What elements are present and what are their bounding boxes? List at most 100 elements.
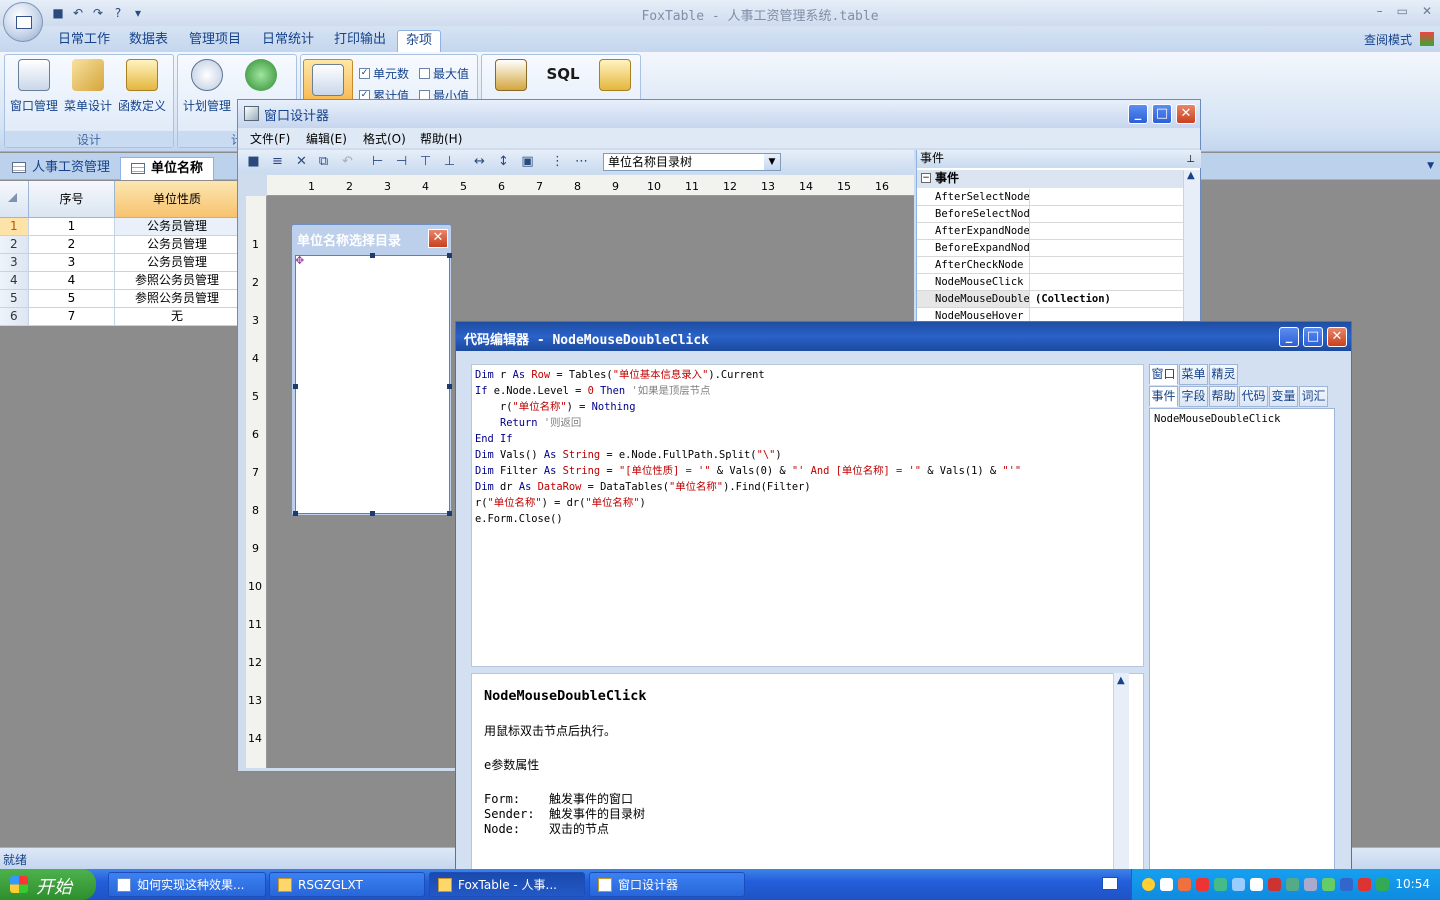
same-size-icon[interactable]: ▣ <box>520 154 535 169</box>
row-number[interactable]: 4 <box>0 272 29 290</box>
plan-manage-button[interactable]: 计划管理 <box>180 59 234 114</box>
tab-misc[interactable]: 杂项 <box>397 30 442 52</box>
shield-icon[interactable] <box>1358 878 1371 891</box>
tray-icon[interactable] <box>1178 878 1191 891</box>
table-row[interactable]: 2 2 公务员管理 <box>0 236 240 254</box>
row-number[interactable]: 5 <box>0 290 29 308</box>
minimize-icon[interactable]: – <box>1377 4 1383 18</box>
close-icon[interactable]: ✕ <box>1422 4 1432 18</box>
save-icon[interactable]: ■ <box>246 154 261 169</box>
column-header-id[interactable]: 序号 <box>29 181 115 218</box>
property-row[interactable]: BeforeSelectNode <box>917 206 1183 223</box>
function-define-button[interactable]: 函数定义 <box>115 59 169 114</box>
cell-unit-type[interactable]: 无 <box>115 308 240 326</box>
cell-unit-type[interactable]: 公务员管理 <box>115 254 240 272</box>
delete-icon[interactable]: ✕ <box>294 154 309 169</box>
undo-icon[interactable]: ↶ <box>70 5 86 21</box>
property-value[interactable] <box>1030 274 1183 290</box>
tree-view-control[interactable]: ✥ <box>293 253 452 516</box>
tab-order-icon[interactable]: ≡ <box>270 154 285 169</box>
project-button[interactable] <box>486 59 536 97</box>
side-tab-menu[interactable]: 菜单 <box>1179 364 1208 385</box>
tray-icon[interactable] <box>1142 878 1155 891</box>
scroll-up-icon[interactable]: ▲ <box>1187 170 1195 181</box>
table-row[interactable]: 67无 <box>0 308 240 326</box>
chevron-down-icon[interactable]: ▼ <box>764 154 780 170</box>
move-handle-icon[interactable]: ✥ <box>295 254 304 267</box>
row-number[interactable]: 1 <box>0 218 29 236</box>
menu-format[interactable]: 格式(O) <box>363 130 406 147</box>
tab-list-dropdown-icon[interactable]: ▼ <box>1427 161 1434 171</box>
horizontal-spacing-icon[interactable]: ⋯ <box>574 154 589 169</box>
designer-minimize-button[interactable]: _ <box>1128 104 1148 124</box>
table-row[interactable]: 4 4 参照公务员管理 <box>0 272 240 290</box>
align-top-icon[interactable]: ⊤ <box>418 154 433 169</box>
list-item[interactable]: NodeMouseDoubleClick <box>1154 413 1334 425</box>
undo-icon[interactable]: ↶ <box>340 154 355 169</box>
align-right-icon[interactable]: ⊣ <box>394 154 409 169</box>
tray-icon[interactable] <box>1268 878 1281 891</box>
align-left-icon[interactable]: ⊢ <box>370 154 385 169</box>
property-row[interactable]: AfterExpandNode <box>917 223 1183 240</box>
property-value[interactable] <box>1030 257 1183 273</box>
side-tab-vocabulary[interactable]: 词汇 <box>1299 386 1328 407</box>
resize-handle[interactable] <box>370 253 375 258</box>
row-number[interactable]: 2 <box>0 236 29 254</box>
code-close-button[interactable]: ✕ <box>1327 327 1347 347</box>
property-value[interactable] <box>1030 240 1183 256</box>
resize-handle[interactable] <box>447 511 452 516</box>
cell-unit-type[interactable]: 公务员管理 <box>115 236 240 254</box>
keyboard-icon[interactable] <box>1102 877 1118 890</box>
resize-handle[interactable] <box>293 511 298 516</box>
tray-icon[interactable] <box>1322 878 1335 891</box>
max-checkbox[interactable]: 最大值 <box>419 65 469 82</box>
clock[interactable]: 10:54 <box>1395 877 1430 891</box>
resize-handle[interactable] <box>293 384 298 389</box>
select-all-corner[interactable] <box>0 181 29 218</box>
cell-id[interactable]: 5 <box>29 290 115 308</box>
property-value[interactable] <box>1030 223 1183 239</box>
cell-id[interactable]: 3 <box>29 254 115 272</box>
same-width-icon[interactable]: ↔ <box>472 154 487 169</box>
tray-icon[interactable] <box>1286 878 1299 891</box>
resize-handle[interactable] <box>447 384 452 389</box>
code-minimize-button[interactable]: _ <box>1279 327 1299 347</box>
code-maximize-button[interactable]: □ <box>1303 327 1323 347</box>
window-manage-button[interactable]: 窗口管理 <box>7 59 61 114</box>
help-icon[interactable]: ? <box>110 5 126 21</box>
code-text-area[interactable]: Dim r As Row = Tables("单位基本信息录入").Curren… <box>471 364 1144 667</box>
cell-id[interactable]: 4 <box>29 272 115 290</box>
tray-icon[interactable] <box>1304 878 1317 891</box>
code-editor-titlebar[interactable]: 代码编辑器 - NodeMouseDoubleClick _ □ ✕ <box>456 322 1351 351</box>
table-row[interactable]: 1 1 公务员管理 <box>0 218 240 236</box>
vertical-spacing-icon[interactable]: ⋮ <box>550 154 565 169</box>
network-icon[interactable] <box>1376 878 1389 891</box>
property-value[interactable]: (Collection) <box>1030 291 1183 307</box>
application-menu-button[interactable] <box>3 2 43 42</box>
resize-handle[interactable] <box>370 511 375 516</box>
tab-daily-stats[interactable]: 日常统计 <box>254 30 322 52</box>
designer-close-button[interactable]: ✕ <box>1176 104 1196 124</box>
property-row[interactable]: AfterCheckNode <box>917 257 1183 274</box>
tray-icon[interactable] <box>1232 878 1245 891</box>
check-button[interactable] <box>234 59 288 97</box>
property-value[interactable] <box>1030 189 1183 205</box>
same-height-icon[interactable]: ↕ <box>496 154 511 169</box>
tray-icon[interactable] <box>1196 878 1209 891</box>
taskbar-item-folder[interactable]: RSGZGLXT <box>269 872 425 897</box>
redo-icon[interactable]: ↷ <box>90 5 106 21</box>
side-tab-wizard[interactable]: 精灵 <box>1209 364 1238 385</box>
side-tab-events[interactable]: 事件 <box>1149 386 1178 407</box>
resize-handle[interactable] <box>447 253 452 258</box>
doc-tab-hr-payroll[interactable]: 人事工资管理 <box>2 157 120 180</box>
cell-unit-type[interactable]: 公务员管理 <box>115 218 240 236</box>
menu-help[interactable]: 帮助(H) <box>420 130 462 147</box>
collapse-icon[interactable]: − <box>921 173 931 183</box>
column-header-unit-type[interactable]: 单位性质 <box>115 181 240 218</box>
tab-daily-work[interactable]: 日常工作 <box>50 30 118 52</box>
table-row[interactable]: 3 3 公务员管理 <box>0 254 240 272</box>
taskbar-item-designer[interactable]: 窗口设计器 <box>589 872 745 897</box>
align-bottom-icon[interactable]: ⊥ <box>442 154 457 169</box>
table-row[interactable]: 5 5 参照公务员管理 <box>0 290 240 308</box>
doc-tab-unit-name[interactable]: 单位名称 <box>120 157 215 180</box>
